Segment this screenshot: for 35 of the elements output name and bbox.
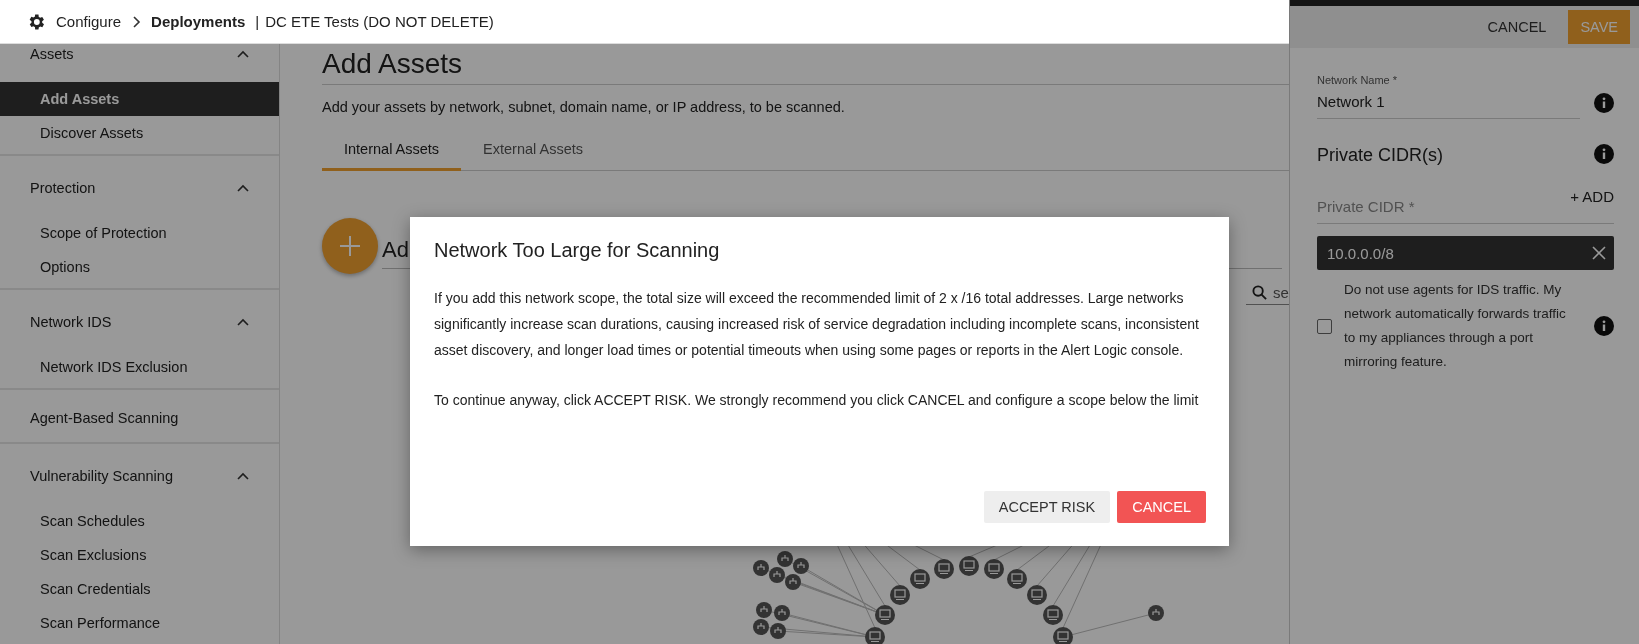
- deployment-name: DC ETE Tests (DO NOT DELETE): [265, 13, 494, 30]
- nav-item[interactable]: Options: [0, 250, 279, 284]
- dialog-message: If you add this network scope, the total size will exceed the recommended limit of 2 x /16 total addresses. Large networks significantly increase scan durations, causing increased risk of service degradation including incomplete scans, inconsistent asset discovery, and longer load times or potential timeouts when using some pages or reports in the Alert Logic console.: [434, 289, 1200, 360]
- tab[interactable]: External Assets: [461, 131, 606, 171]
- breadcrumb-link[interactable]: Configure: [56, 13, 122, 30]
- nav-section-label[interactable]: Network IDS: [30, 314, 112, 330]
- nav-item[interactable]: Add Assets: [0, 82, 279, 116]
- add-network-title: Ad: [382, 236, 409, 262]
- add-link[interactable]: + ADD: [1570, 188, 1614, 215]
- nav-section-label[interactable]: Agent-Based Scanning: [30, 410, 179, 426]
- page-description: Add your assets by network, subnet, domain name, or IP address, to be scanned.: [322, 98, 845, 117]
- nav-section-label[interactable]: Vulnerability Scanning: [30, 468, 173, 484]
- nav-section-label[interactable]: Assets: [30, 46, 74, 62]
- breadcrumb-separator: |: [255, 13, 260, 30]
- nav-item[interactable]: Scan Schedules: [0, 504, 279, 538]
- tab[interactable]: Internal Assets: [322, 131, 462, 171]
- breadcrumb-link[interactable]: Deployments: [151, 13, 246, 30]
- accept-risk-button[interactable]: ACCEPT RISK: [983, 491, 1111, 523]
- nav-item[interactable]: Scan Exclusions: [0, 538, 279, 572]
- cancel-button[interactable]: CANCEL: [1117, 491, 1206, 523]
- nav-section-label[interactable]: Protection: [30, 180, 96, 196]
- dialog-title: Network Too Large for Scanning: [434, 238, 721, 263]
- checkbox-label: Do not use agents for IDS traffic. My network automatically forwards traffic to my appliances through a port mirroring feature.: [1344, 281, 1567, 371]
- nav-item[interactable]: Scope of Protection: [0, 216, 279, 250]
- section-title: Private CIDR(s): [1317, 145, 1444, 166]
- cidr-value: 10.0.0.0/8: [1327, 244, 1394, 262]
- nav-item[interactable]: Scan Credentials: [0, 572, 279, 606]
- nav-item[interactable]: Discover Assets: [0, 116, 279, 150]
- network-name-field[interactable]: Network 1: [1317, 86, 1580, 119]
- nav-item[interactable]: Network IDS Exclusion: [0, 350, 279, 384]
- nav-item[interactable]: Scan Performance: [0, 606, 279, 640]
- field-label: Network Name *: [1317, 74, 1399, 86]
- cancel-button[interactable]: CANCEL: [1487, 19, 1547, 35]
- dialog-message: To continue anyway, click ACCEPT RISK. We strongly recommend you click CANCEL and configure a scope below the limit: [434, 391, 1200, 410]
- page-heading: Add Assets: [322, 47, 463, 81]
